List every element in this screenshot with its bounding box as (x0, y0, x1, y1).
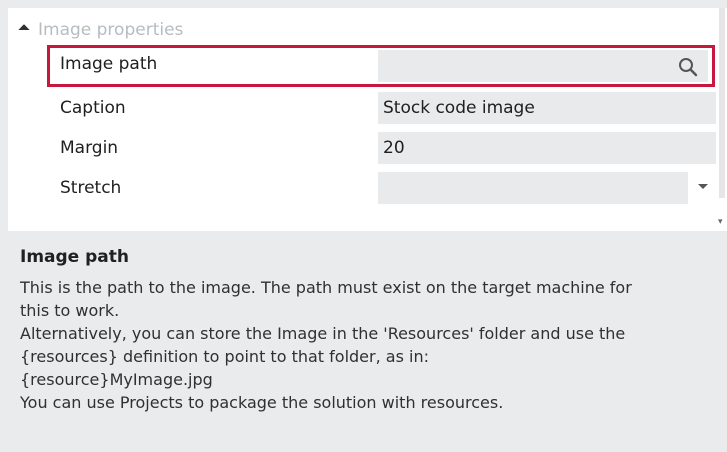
margin-field[interactable]: 20 (378, 132, 716, 164)
stretch-dropdown[interactable] (378, 172, 688, 204)
description-title: Image path (20, 247, 129, 267)
property-grid: Image properties Image path Caption Stoc… (8, 8, 717, 231)
scroll-down-arrow-icon[interactable]: ▾ (718, 217, 723, 227)
section-title: Image properties (38, 20, 184, 40)
description-panel: Image path This is the path to the image… (8, 236, 727, 452)
property-row-caption[interactable]: Caption Stock code image (52, 90, 717, 126)
caption-field[interactable]: Stock code image (378, 92, 716, 124)
property-label: Caption (60, 98, 126, 118)
vertical-scrollbar[interactable]: ▾ (717, 8, 727, 231)
highlight-box (47, 45, 715, 87)
collapse-triangle-icon[interactable] (18, 24, 30, 36)
section-header-image-properties[interactable]: Image properties (8, 18, 698, 42)
property-label: Margin (60, 138, 119, 158)
chevron-down-icon[interactable] (698, 184, 708, 189)
properties-window: Image properties Image path Caption Stoc… (0, 0, 727, 452)
property-label: Stretch (60, 178, 122, 198)
property-row-margin[interactable]: Margin 20 (52, 130, 717, 166)
scroll-thumb[interactable] (719, 8, 725, 198)
property-row-stretch[interactable]: Stretch (52, 170, 717, 206)
description-text: This is the path to the image. The path … (20, 278, 632, 412)
